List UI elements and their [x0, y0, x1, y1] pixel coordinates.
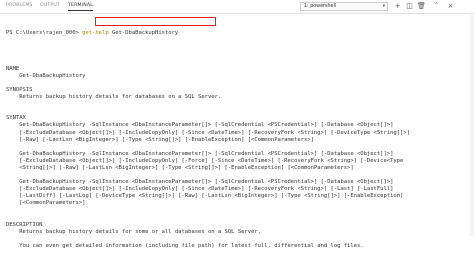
output-line: <String[]>] [-Raw] [-LastLsn <BigInteger… — [6, 164, 354, 171]
terminal-console[interactable]: PS C:\Users\rajen_000> get-help Get-DbaB… — [6, 16, 470, 249]
command-highlight-box — [95, 17, 216, 26]
plus-icon[interactable]: + — [393, 2, 402, 11]
terminal-select-value: 1: powershell — [304, 4, 337, 9]
tab-terminal[interactable]: TERMINAL — [68, 3, 93, 11]
scrollbar[interactable] — [470, 15, 474, 236]
output-line: SYNOPSIS — [6, 86, 33, 93]
output-line: Get-DbaBackupHistory -SqlInstance <DbaIn… — [6, 150, 394, 157]
output-line: [-ExcludeDatabase <Object[]>] [-IncludeC… — [6, 129, 410, 136]
output-line: [-Raw] [-LastLsn <BigInteger>] [-Type <S… — [6, 136, 314, 143]
command-keyword: get-help — [82, 30, 109, 37]
terminal-output: NAME Get-DbaBackupHistory SYNOPSIS Return… — [6, 59, 470, 251]
prompt-line: PS C:\Users\rajen_000> get-help Get-DbaB… — [6, 30, 470, 37]
tab-problems[interactable]: PROBLEMS — [6, 3, 33, 8]
chevron-down-icon: ▾ — [382, 4, 385, 9]
output-line: [-LastDiff] [-LastLog] [-DeviceType <Str… — [6, 193, 404, 200]
output-line: [-ExcludeDatabase <Object[]>] [-IncludeC… — [6, 186, 394, 193]
output-line: SYNTAX — [6, 115, 26, 122]
prompt: PS C:\Users\rajen_000> — [6, 30, 83, 37]
output-line: Get-DbaBackupHistory -SqlInstance <DbaIn… — [6, 179, 394, 186]
output-line: Returns backup history details for some … — [6, 228, 261, 235]
output-line: Get-DbaBackupHistory -SqlInstance <DbaIn… — [6, 122, 394, 129]
panel-header: PROBLEMS OUTPUT TERMINAL 1: powershell ▾… — [0, 0, 474, 14]
output-line: DESCRIPTION — [6, 221, 43, 228]
trash-icon[interactable]: 🗑 — [417, 2, 426, 11]
output-line: Returns backup history details for datab… — [6, 94, 222, 101]
command-argument: Get-DbaBackupHistory — [108, 30, 179, 37]
output-line: [<CommonParameters>] — [6, 200, 86, 207]
output-line: NAME — [6, 65, 20, 72]
split-icon[interactable]: ◫ — [405, 2, 414, 11]
terminal-select[interactable]: 1: powershell ▾ — [300, 2, 388, 11]
output-line: You can even get detailed information (i… — [6, 243, 364, 249]
output-line: Get-DbaBackupHistory — [6, 72, 86, 79]
output-line: [-ExcludeDatabase <Object[]>] [-IncludeC… — [6, 157, 404, 164]
chevron-up-icon[interactable]: ˄ — [432, 2, 441, 11]
close-icon[interactable]: × — [446, 2, 455, 11]
tab-output[interactable]: OUTPUT — [40, 3, 60, 8]
